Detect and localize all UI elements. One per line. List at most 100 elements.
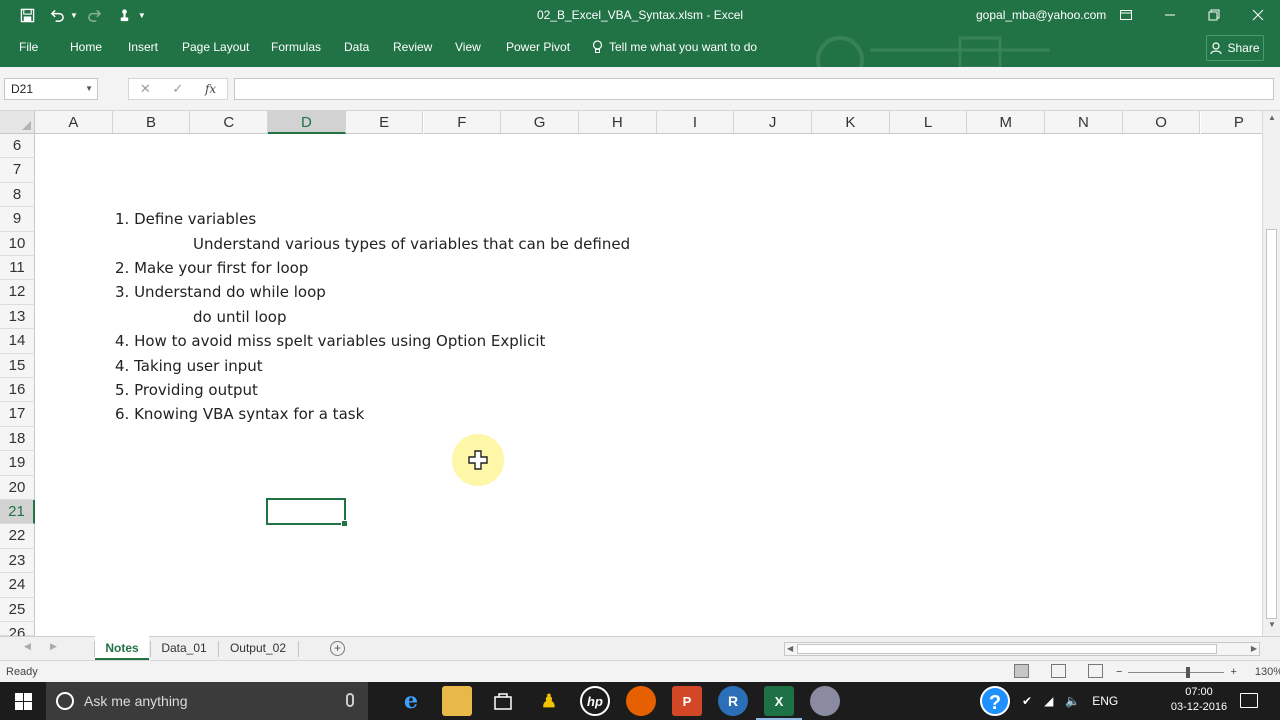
vertical-scrollbar[interactable]: ▲ ▼ bbox=[1262, 111, 1280, 636]
zoom-slider[interactable] bbox=[1128, 666, 1225, 678]
next-sheet-icon[interactable]: ▶ bbox=[50, 641, 57, 652]
row-header[interactable]: 11 bbox=[0, 256, 35, 281]
column-header[interactable]: O bbox=[1122, 111, 1201, 134]
column-header[interactable]: I bbox=[656, 111, 735, 134]
row-header[interactable]: 18 bbox=[0, 426, 35, 452]
worksheet-grid[interactable]: 1. Define variables Understand various ty… bbox=[35, 134, 1262, 636]
formula-input[interactable] bbox=[234, 78, 1274, 100]
language-indicator[interactable]: ENG bbox=[1092, 694, 1118, 708]
row-header[interactable]: 14 bbox=[0, 329, 35, 354]
touch-mode-button[interactable] bbox=[112, 3, 138, 27]
prev-sheet-icon[interactable]: ◀ bbox=[24, 641, 31, 652]
column-header[interactable]: J bbox=[734, 111, 812, 134]
tab-formulas[interactable]: Formulas bbox=[271, 30, 321, 64]
select-all-button[interactable] bbox=[0, 111, 35, 134]
row-header[interactable]: 20 bbox=[0, 475, 35, 500]
tell-me-box[interactable]: Tell me what you want to do bbox=[592, 30, 757, 64]
scroll-up-icon[interactable]: ▲ bbox=[1266, 113, 1278, 127]
r-studio-icon[interactable]: R bbox=[718, 686, 748, 716]
zoom-level[interactable]: 130% bbox=[1255, 666, 1280, 678]
sheet-tab-output-02[interactable]: Output_02 bbox=[219, 636, 297, 660]
redo-button[interactable] bbox=[82, 3, 108, 27]
row-header[interactable]: 25 bbox=[0, 597, 35, 622]
name-box[interactable]: D21 ▼ bbox=[4, 78, 98, 100]
signed-in-user[interactable]: gopal_mba@yahoo.com bbox=[976, 0, 1106, 30]
screen-recorder-icon[interactable] bbox=[810, 686, 840, 716]
vertical-scroll-thumb[interactable] bbox=[1266, 229, 1277, 619]
column-header[interactable]: B bbox=[112, 111, 191, 134]
row-header[interactable]: 6 bbox=[0, 134, 35, 159]
row-header[interactable]: 24 bbox=[0, 573, 35, 598]
row-header[interactable]: 13 bbox=[0, 304, 35, 330]
tab-review[interactable]: Review bbox=[393, 30, 432, 64]
store-icon[interactable] bbox=[488, 686, 518, 716]
row-header[interactable]: 21 bbox=[0, 500, 35, 525]
column-header[interactable]: N bbox=[1045, 111, 1123, 134]
sheet-tab-notes[interactable]: Notes bbox=[95, 636, 149, 660]
column-header[interactable]: G bbox=[501, 111, 579, 134]
customize-qat-icon[interactable]: ▼ bbox=[138, 11, 146, 20]
scroll-right-icon[interactable]: ▶ bbox=[1251, 643, 1257, 655]
undo-button[interactable] bbox=[44, 3, 70, 27]
powerpoint-icon[interactable]: P bbox=[672, 686, 702, 716]
row-header[interactable]: 22 bbox=[0, 524, 35, 549]
row-header[interactable]: 9 bbox=[0, 207, 35, 232]
network-icon[interactable]: ◢ bbox=[1044, 694, 1053, 708]
save-button[interactable] bbox=[14, 3, 40, 27]
zoom-slider-knob[interactable] bbox=[1186, 666, 1191, 678]
volume-icon[interactable]: 🔈 bbox=[1065, 694, 1080, 708]
tab-data[interactable]: Data bbox=[344, 30, 369, 64]
tab-file[interactable]: File bbox=[19, 30, 38, 64]
zoom-in-icon[interactable]: + bbox=[1230, 666, 1236, 678]
page-break-view-icon[interactable] bbox=[1088, 664, 1103, 678]
zoom-out-icon[interactable]: − bbox=[1116, 666, 1122, 678]
firefox-icon[interactable] bbox=[626, 686, 656, 716]
row-header[interactable]: 19 bbox=[0, 451, 35, 476]
active-cell[interactable] bbox=[266, 498, 348, 527]
file-explorer-icon[interactable] bbox=[442, 686, 472, 716]
microphone-icon[interactable] bbox=[346, 693, 354, 707]
ribbon-display-options-button[interactable] bbox=[1104, 0, 1148, 30]
name-box-dropdown-icon[interactable]: ▼ bbox=[85, 79, 93, 99]
cancel-entry-icon[interactable]: ✕ bbox=[140, 81, 151, 97]
tab-power-pivot[interactable]: Power Pivot bbox=[506, 30, 570, 64]
row-header[interactable]: 26 bbox=[0, 622, 35, 642]
row-header[interactable]: 17 bbox=[0, 402, 35, 427]
share-button[interactable]: Share bbox=[1206, 35, 1264, 61]
confirm-entry-icon[interactable]: ✓ bbox=[172, 81, 183, 97]
scroll-left-icon[interactable]: ◀ bbox=[787, 643, 793, 655]
normal-view-icon[interactable] bbox=[1014, 664, 1029, 678]
sheet-tab-data-01[interactable]: Data_01 bbox=[151, 636, 217, 660]
column-header[interactable]: H bbox=[578, 111, 657, 134]
hp-icon[interactable]: hp bbox=[580, 686, 610, 716]
close-button[interactable] bbox=[1236, 0, 1280, 30]
horizontal-scroll-thumb[interactable] bbox=[797, 644, 1217, 654]
page-layout-view-icon[interactable] bbox=[1051, 664, 1066, 678]
restore-button[interactable] bbox=[1192, 0, 1236, 30]
start-button[interactable] bbox=[0, 682, 46, 720]
cortana-search[interactable]: Ask me anything bbox=[46, 682, 368, 720]
row-header[interactable]: 23 bbox=[0, 548, 35, 574]
column-header[interactable]: L bbox=[889, 111, 968, 134]
tab-page-layout[interactable]: Page Layout bbox=[182, 30, 249, 64]
column-header[interactable]: K bbox=[812, 111, 890, 134]
tab-insert[interactable]: Insert bbox=[128, 30, 158, 64]
row-header[interactable]: 15 bbox=[0, 353, 35, 378]
help-icon[interactable]: ? bbox=[980, 686, 1010, 716]
edge-icon[interactable]: e bbox=[396, 686, 426, 716]
notifications-icon[interactable] bbox=[1240, 693, 1258, 708]
column-header[interactable]: E bbox=[345, 111, 424, 134]
tab-home[interactable]: Home bbox=[70, 30, 102, 64]
tab-view[interactable]: View bbox=[455, 30, 481, 64]
row-header[interactable]: 7 bbox=[0, 158, 35, 183]
add-sheet-button[interactable]: + bbox=[330, 641, 345, 656]
column-header[interactable]: D bbox=[268, 111, 346, 134]
column-header[interactable]: F bbox=[423, 111, 502, 134]
column-header[interactable]: M bbox=[967, 111, 1046, 134]
row-header[interactable]: 10 bbox=[0, 231, 35, 256]
column-header[interactable]: C bbox=[190, 111, 269, 134]
security-icon[interactable]: ✔ bbox=[1022, 694, 1032, 708]
scroll-down-icon[interactable]: ▼ bbox=[1266, 620, 1278, 634]
media-app-icon[interactable]: ♟ bbox=[534, 686, 564, 716]
row-header[interactable]: 16 bbox=[0, 378, 35, 403]
